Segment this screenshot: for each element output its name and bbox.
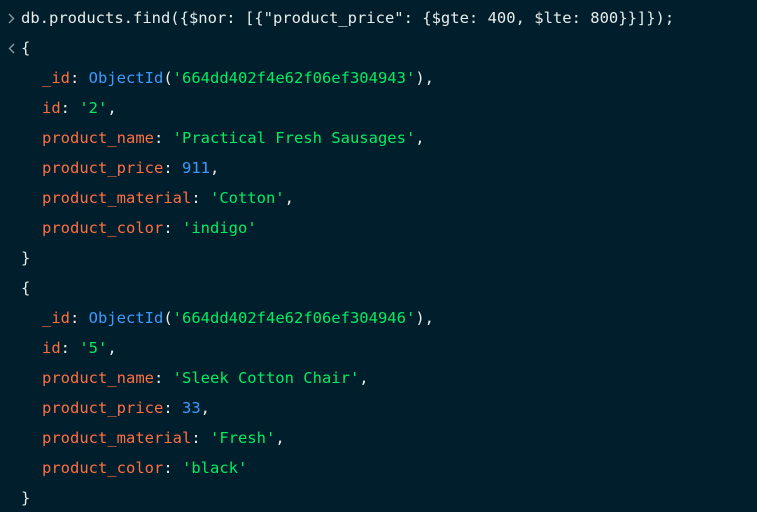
doc-2-field: product_name: 'Sleek Cotton Chair',: [42, 369, 369, 387]
field-value: 33: [182, 399, 201, 417]
field-value: 'indigo': [182, 219, 257, 237]
open-brace: {: [21, 279, 31, 297]
field-value: '2': [79, 99, 108, 117]
output-open-line: {: [0, 33, 37, 63]
field-value: 'Cotton': [209, 189, 285, 207]
open-brace: {: [21, 39, 31, 57]
doc-2-field: id: '5',: [42, 339, 117, 357]
close-brace: }: [21, 249, 31, 267]
doc-1-field: product_color: 'indigo': [42, 219, 257, 237]
mongo-shell-output: db.products.find({$nor: [{"product_price…: [0, 0, 757, 512]
field-key: product_price: [42, 159, 164, 177]
field-value: 911: [182, 159, 210, 177]
field-key: id: [42, 339, 61, 357]
field-key: product_name: [42, 129, 154, 147]
field-value: 'Sleek Cotton Chair': [172, 369, 360, 387]
field-value: 'black': [182, 459, 248, 477]
command-text: db.products.find({$nor: [{"product_price…: [21, 9, 675, 27]
doc-2-open-line: {: [0, 273, 37, 303]
chevron-right-icon: [4, 3, 18, 33]
doc-2-field: product_color: 'black': [42, 459, 248, 477]
field-value: '5': [79, 339, 108, 357]
field-value: 'Practical Fresh Sausages': [172, 129, 416, 147]
field-key: product_color: [42, 219, 164, 237]
doc-2-id-line: _id: ObjectId('664dd402f4e62f06ef304946'…: [42, 309, 434, 327]
doc-1-field: product_material: 'Cotton',: [42, 189, 294, 207]
field-key: product_price: [42, 399, 164, 417]
field-key: product_material: [42, 429, 192, 447]
doc-1-id-line: _id: ObjectId('664dd402f4e62f06ef304943'…: [42, 69, 434, 87]
objectid-value: '664dd402f4e62f06ef304943': [172, 69, 416, 87]
field-key: product_color: [42, 459, 164, 477]
doc-1-field: product_name: 'Practical Fresh Sausages'…: [42, 129, 425, 147]
objectid-value: '664dd402f4e62f06ef304946': [172, 309, 416, 327]
field-value: 'Fresh': [209, 429, 276, 447]
command-line[interactable]: db.products.find({$nor: [{"product_price…: [0, 3, 674, 33]
doc-1-field: product_price: 911,: [42, 159, 220, 177]
doc-1-field: id: '2',: [42, 99, 117, 117]
field-key: id: [42, 99, 61, 117]
doc-2-close-line: }: [0, 483, 37, 512]
objectid-fn: ObjectId: [88, 69, 164, 87]
chevron-left-icon: [4, 33, 18, 63]
field-key: _id: [42, 69, 70, 87]
doc-1-close-line: }: [0, 243, 37, 273]
close-brace: }: [21, 489, 31, 507]
field-key: _id: [42, 309, 70, 327]
doc-2-field: product_material: 'Fresh',: [42, 429, 285, 447]
field-key: product_name: [42, 369, 154, 387]
objectid-fn: ObjectId: [88, 309, 164, 327]
field-key: product_material: [42, 189, 192, 207]
doc-2-field: product_price: 33,: [42, 399, 211, 417]
